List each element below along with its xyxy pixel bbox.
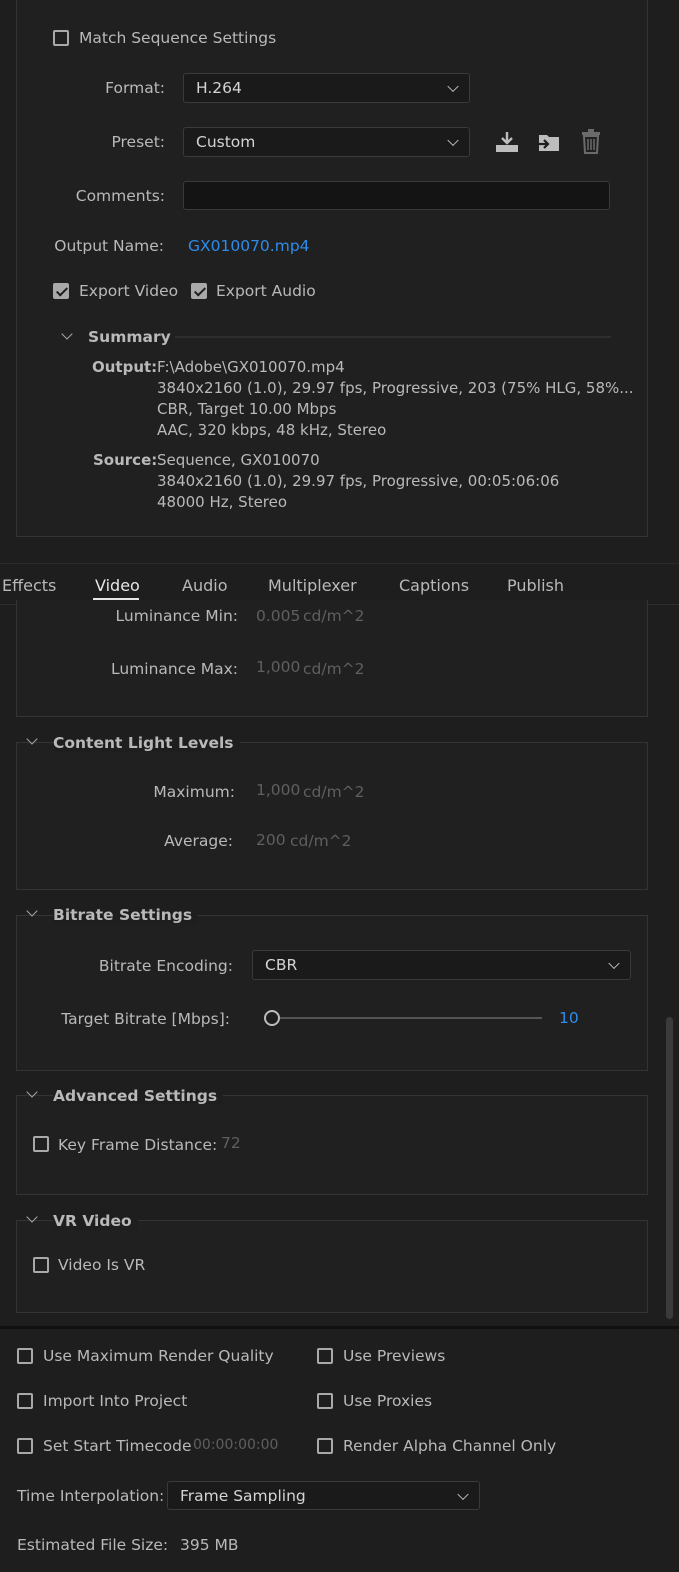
summary-source-line: 3840x2160 (1.0), 29.97 fps, Progressive,…: [157, 472, 560, 490]
start-timecode-value[interactable]: 00:00:00:00: [193, 1437, 278, 1453]
bitrate-panel: [16, 915, 648, 1071]
use-max-render-checkbox[interactable]: [17, 1348, 33, 1364]
match-sequence-checkbox[interactable]: [53, 30, 69, 46]
use-max-render-label: Use Maximum Render Quality: [43, 1347, 274, 1365]
key-frame-distance-value[interactable]: 72: [221, 1134, 241, 1152]
luminance-max-label: Luminance Max:: [111, 660, 238, 678]
summary-title: Summary: [88, 328, 171, 346]
luminance-min-value: 0.005: [256, 607, 301, 625]
import-into-project-label: Import Into Project: [43, 1392, 188, 1410]
slider-track: [272, 1017, 542, 1019]
match-sequence-label: Match Sequence Settings: [79, 29, 277, 47]
use-proxies-checkbox[interactable]: [317, 1393, 333, 1409]
target-bitrate-label: Target Bitrate [Mbps]:: [61, 1010, 230, 1028]
render-alpha-checkbox[interactable]: [317, 1438, 333, 1454]
vr-title: VR Video: [53, 1212, 138, 1230]
time-interpolation-dropdown[interactable]: Frame Sampling: [167, 1481, 480, 1510]
chevron-down-icon: [447, 134, 459, 147]
render-alpha-label: Render Alpha Channel Only: [343, 1437, 557, 1455]
maximum-unit: cd/m^2: [303, 783, 365, 801]
use-previews-checkbox[interactable]: [317, 1348, 333, 1364]
summary-source-label: Source:: [93, 451, 158, 469]
delete-preset-icon[interactable]: [580, 129, 602, 155]
summary-output-line: CBR, Target 10.00 Mbps: [157, 400, 337, 418]
bitrate-title: Bitrate Settings: [53, 906, 199, 924]
summary-output-line: F:\Adobe\GX010070.mp4: [157, 358, 345, 376]
export-video-label: Export Video: [79, 282, 179, 300]
format-label: Format:: [105, 79, 165, 97]
average-value: 200: [256, 831, 286, 849]
target-bitrate-value[interactable]: 10: [559, 1009, 579, 1027]
export-audio-checkbox[interactable]: [191, 283, 207, 299]
advanced-title: Advanced Settings: [53, 1087, 224, 1105]
bitrate-encoding-value: CBR: [265, 956, 298, 974]
luminance-min-unit: cd/m^2: [303, 607, 365, 625]
save-preset-icon[interactable]: [494, 130, 520, 154]
output-name-label: Output Name:: [54, 237, 164, 255]
luminance-max-unit: cd/m^2: [303, 660, 365, 678]
summary-source-line: 48000 Hz, Stereo: [157, 493, 288, 511]
time-interpolation-value: Frame Sampling: [180, 1486, 306, 1505]
chevron-down-icon: [447, 80, 459, 93]
set-start-timecode-label: Set Start Timecode: [43, 1437, 192, 1455]
summary-output-line: 3840x2160 (1.0), 29.97 fps, Progressive,…: [157, 379, 634, 397]
time-interpolation-label: Time Interpolation:: [17, 1487, 165, 1505]
estimated-file-size-label: Estimated File Size:: [17, 1536, 169, 1554]
scrollbar-thumb[interactable]: [666, 1017, 673, 1319]
tab-audio[interactable]: Audio: [182, 576, 227, 595]
export-video-checkbox[interactable]: [53, 283, 69, 299]
key-frame-distance-label: Key Frame Distance:: [58, 1136, 218, 1154]
comments-input[interactable]: [183, 181, 610, 210]
preset-label: Preset:: [111, 133, 165, 151]
luminance-min-label: Luminance Min:: [115, 607, 238, 625]
tab-video[interactable]: Video: [95, 576, 140, 595]
average-label: Average:: [164, 832, 233, 850]
summary-output-label: Output:: [92, 358, 158, 376]
bitrate-encoding-dropdown[interactable]: CBR: [252, 950, 631, 980]
tab-effects[interactable]: Effects: [2, 576, 56, 595]
use-proxies-label: Use Proxies: [343, 1392, 433, 1410]
tab-publish[interactable]: Publish: [507, 576, 564, 595]
preset-value: Custom: [196, 133, 256, 151]
preset-dropdown[interactable]: Custom: [183, 127, 470, 157]
import-into-project-checkbox[interactable]: [17, 1393, 33, 1409]
summary-divider: [175, 336, 611, 338]
maximum-value: 1,000: [256, 781, 301, 799]
output-name-link[interactable]: GX010070.mp4: [188, 237, 310, 255]
tab-multiplexer[interactable]: Multiplexer: [268, 576, 357, 595]
bottom-divider: [0, 1326, 679, 1329]
luminance-max-value: 1,000: [256, 658, 301, 676]
tab-captions[interactable]: Captions: [399, 576, 469, 595]
summary-output-line: AAC, 320 kbps, 48 kHz, Stereo: [157, 421, 387, 439]
maximum-label: Maximum:: [153, 783, 235, 801]
comments-label: Comments:: [75, 187, 165, 205]
use-previews-label: Use Previews: [343, 1347, 446, 1365]
content-light-panel: [16, 742, 648, 890]
summary-source-line: Sequence, GX010070: [157, 451, 320, 469]
video-is-vr-checkbox[interactable]: [33, 1257, 49, 1273]
format-value: H.264: [196, 79, 242, 97]
bitrate-encoding-label: Bitrate Encoding:: [98, 957, 233, 975]
average-unit: cd/m^2: [290, 832, 352, 850]
format-dropdown[interactable]: H.264: [183, 73, 470, 103]
target-bitrate-slider[interactable]: [264, 1008, 542, 1028]
video-is-vr-label: Video Is VR: [58, 1256, 146, 1274]
estimated-file-size-value: 395 MB: [180, 1536, 239, 1554]
set-start-timecode-checkbox[interactable]: [17, 1438, 33, 1454]
content-light-title: Content Light Levels: [53, 734, 240, 752]
slider-thumb[interactable]: [264, 1010, 280, 1026]
chevron-down-icon: [457, 1488, 469, 1500]
import-preset-icon[interactable]: [535, 130, 563, 154]
export-audio-label: Export Audio: [216, 282, 316, 300]
chevron-down-icon: [608, 957, 620, 970]
key-frame-distance-checkbox[interactable]: [33, 1136, 49, 1152]
